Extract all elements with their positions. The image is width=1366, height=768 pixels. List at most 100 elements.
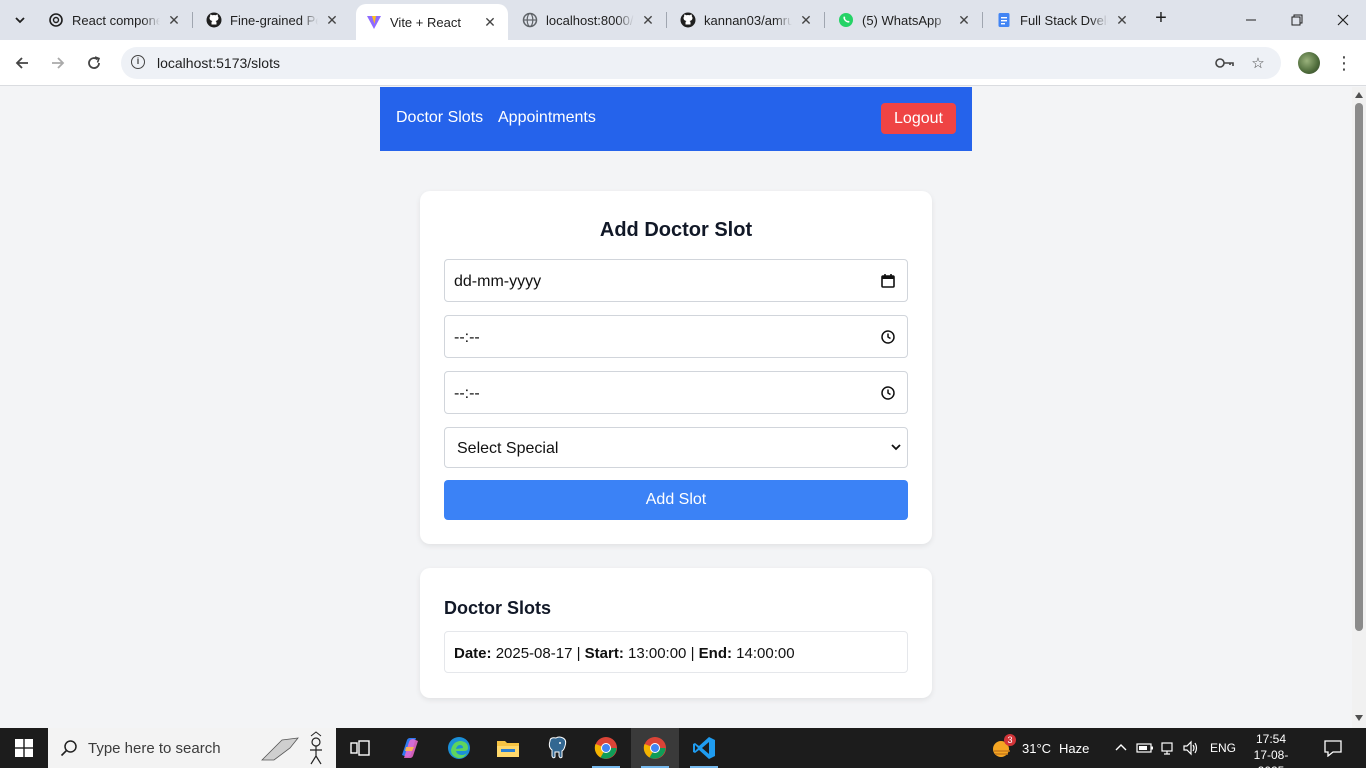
add-slot-card: Add Doctor Slot dd-mm-yyyy --:-- --:-- S… <box>420 191 932 544</box>
reload-button[interactable] <box>80 49 108 77</box>
clock-icon[interactable] <box>880 385 896 401</box>
taskbar-pgadmin[interactable] <box>533 728 581 768</box>
github-icon <box>206 12 222 28</box>
new-tab-button[interactable]: + <box>1150 8 1172 30</box>
specialty-select[interactable]: Select Special <box>444 427 908 468</box>
start-button[interactable] <box>0 728 48 768</box>
globe-icon <box>522 12 538 28</box>
browser-toolbar: i localhost:5173/slots ☆ ⋮ <box>0 40 1366 86</box>
network-icon[interactable] <box>1160 740 1176 756</box>
browser-tab-active[interactable]: Vite + React ✕ <box>356 4 508 40</box>
tab-search-button[interactable] <box>6 7 34 33</box>
browser-tab[interactable]: kannan03/amrut ✕ <box>674 0 825 40</box>
taskbar-copilot[interactable] <box>386 728 434 768</box>
clock-time: 17:54 <box>1255 732 1287 746</box>
browser-tab[interactable]: React componen ✕ <box>42 0 193 40</box>
back-button[interactable] <box>8 49 36 77</box>
scrollbar-thumb[interactable] <box>1355 103 1363 631</box>
end-time-placeholder: --:-- <box>454 385 480 402</box>
browser-tab[interactable]: Full Stack Dvelop ✕ <box>990 0 1140 40</box>
calendar-icon[interactable] <box>880 273 896 289</box>
restore-button[interactable] <box>1274 0 1320 40</box>
page-viewport: Doctor Slots Appointments Logout Add Doc… <box>0 87 1352 728</box>
address-bar[interactable]: i localhost:5173/slots ☆ <box>121 47 1281 79</box>
slot-list-item: Date: 2025-08-17 | Start: 13:00:00 | End… <box>444 631 908 673</box>
close-tab-icon[interactable]: ✕ <box>324 12 340 28</box>
close-tab-icon[interactable]: ✕ <box>1114 12 1130 28</box>
chevron-up-icon[interactable] <box>1114 741 1128 755</box>
search-highlight-illustration-icon <box>261 731 322 765</box>
password-key-icon[interactable] <box>1215 53 1235 73</box>
taskbar-clock[interactable]: 17:54 17-08-2025 <box>1246 731 1296 768</box>
tab-label: Fine-grained Pe <box>230 12 318 28</box>
date-placeholder: dd-mm-yyyy <box>454 273 542 290</box>
windows-logo-icon <box>15 739 33 757</box>
taskbar-vscode[interactable] <box>680 728 728 768</box>
tab-divider <box>824 12 825 28</box>
forward-button[interactable] <box>44 49 72 77</box>
date-input[interactable]: dd-mm-yyyy <box>444 259 908 302</box>
weather-widget[interactable]: 3 31°C Haze <box>990 728 1089 768</box>
clock-date: 17-08-2025 <box>1253 748 1289 768</box>
close-tab-icon[interactable]: ✕ <box>798 12 814 28</box>
slot-date-label: Date: <box>454 645 492 662</box>
notifications-button[interactable] <box>1310 728 1356 768</box>
search-placeholder: Type here to search <box>88 740 221 757</box>
scroll-up-arrow-icon[interactable] <box>1355 92 1363 98</box>
tab-label: Vite + React <box>390 14 461 30</box>
tab-divider <box>666 12 667 28</box>
close-tab-icon[interactable]: ✕ <box>956 12 972 28</box>
browser-tab[interactable]: (5) WhatsApp ✕ <box>832 0 983 40</box>
tab-label: React componen <box>72 12 160 28</box>
browser-menu-icon[interactable]: ⋮ <box>1334 50 1354 76</box>
chrome-icon <box>643 737 666 759</box>
nav-link-doctor-slots[interactable]: Doctor Slots <box>396 109 483 127</box>
url-text[interactable]: localhost:5173/slots <box>157 55 280 71</box>
taskbar-file-explorer[interactable] <box>484 728 532 768</box>
site-info-icon[interactable]: i <box>131 55 145 69</box>
taskbar-edge[interactable] <box>435 728 483 768</box>
logout-button[interactable]: Logout <box>881 103 956 134</box>
slot-separator: | <box>690 645 695 662</box>
taskbar-search[interactable]: Type here to search <box>48 728 336 768</box>
volume-icon[interactable] <box>1182 740 1200 756</box>
slot-start-label: Start: <box>584 645 624 662</box>
doctor-slots-card: Doctor Slots Date: 2025-08-17 | Start: 1… <box>420 568 932 698</box>
folder-icon <box>497 741 519 757</box>
taskbar-chrome[interactable] <box>582 728 630 768</box>
tab-divider <box>192 12 193 28</box>
weather-temp: 31°C <box>1022 740 1052 756</box>
scroll-down-arrow-icon[interactable] <box>1355 715 1363 721</box>
minimize-button[interactable] <box>1228 0 1274 40</box>
close-window-button[interactable] <box>1320 0 1366 40</box>
start-time-input[interactable]: --:-- <box>444 315 908 358</box>
app-navbar: Doctor Slots Appointments Logout <box>380 87 972 151</box>
battery-icon[interactable] <box>1136 741 1154 755</box>
clock-icon[interactable] <box>880 329 896 345</box>
nav-link-appointments[interactable]: Appointments <box>498 109 596 127</box>
chevron-down-icon <box>15 17 25 24</box>
slot-separator: | <box>576 645 581 662</box>
edge-icon <box>448 737 470 759</box>
whatsapp-icon <box>838 12 854 28</box>
page-scrollbar[interactable] <box>1352 87 1366 728</box>
slot-end-value: 14:00:00 <box>736 645 795 662</box>
reload-icon <box>88 56 101 69</box>
browser-tab[interactable]: localhost:8000/a ✕ <box>516 0 667 40</box>
close-icon <box>1337 14 1349 26</box>
github-icon <box>680 12 696 28</box>
slot-end-label: End: <box>698 645 732 662</box>
taskbar-chrome-active[interactable] <box>631 728 679 768</box>
end-time-input[interactable]: --:-- <box>444 371 908 414</box>
bookmark-star-icon[interactable]: ☆ <box>1248 53 1268 73</box>
profile-avatar[interactable] <box>1298 52 1320 74</box>
add-slot-button[interactable]: Add Slot <box>444 480 908 520</box>
restore-icon <box>1291 14 1303 26</box>
language-indicator[interactable]: ENG <box>1210 741 1236 755</box>
tab-label: (5) WhatsApp <box>862 12 942 28</box>
task-view-button[interactable] <box>336 728 384 768</box>
browser-tab[interactable]: Fine-grained Pe ✕ <box>200 0 350 40</box>
close-tab-icon[interactable]: ✕ <box>166 12 182 28</box>
close-tab-icon[interactable]: ✕ <box>482 14 498 30</box>
close-tab-icon[interactable]: ✕ <box>640 12 656 28</box>
